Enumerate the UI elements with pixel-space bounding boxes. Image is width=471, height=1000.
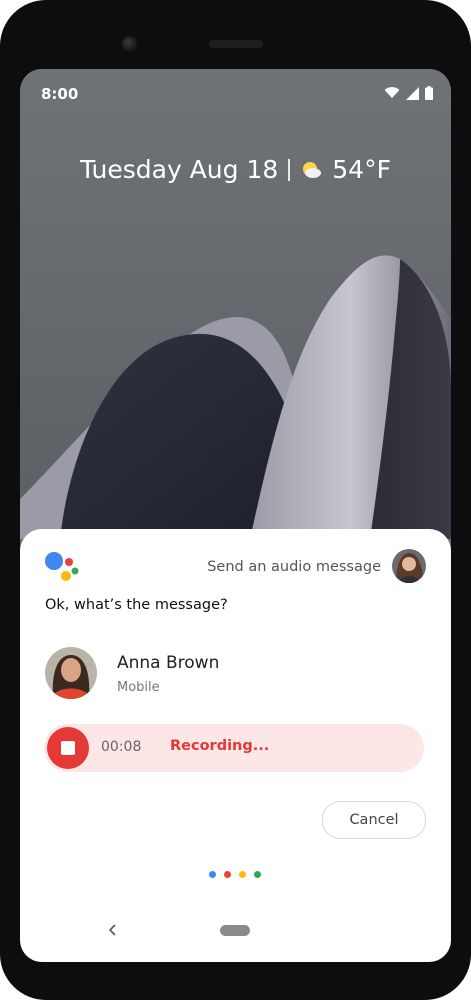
lockscreen-date: Tuesday Aug 18	[80, 155, 279, 184]
yellow-dot	[239, 871, 246, 878]
glance-divider	[288, 158, 291, 181]
assistant-listening-dots	[209, 871, 261, 878]
contact-phone-type: Mobile	[117, 680, 160, 695]
status-time: 8:00	[41, 85, 79, 103]
google-assistant-logo	[45, 552, 79, 581]
earpiece-speaker	[209, 40, 263, 48]
green-dot	[254, 871, 261, 878]
contact-name: Anna Brown	[117, 653, 220, 673]
audio-recorder: 00:08 Recording...	[44, 724, 424, 772]
contact-card[interactable]: Anna Brown Mobile	[45, 647, 425, 701]
home-pill[interactable]	[220, 925, 250, 936]
front-camera	[122, 36, 138, 52]
wallpaper-image	[20, 69, 451, 539]
assistant-response: Ok, what’s the message?	[45, 597, 228, 613]
user-avatar[interactable]	[392, 549, 426, 583]
contact-avatar	[45, 647, 97, 699]
wifi-icon	[384, 87, 400, 98]
status-icons	[384, 86, 433, 100]
stop-recording-button[interactable]	[47, 727, 89, 769]
cell-signal-icon	[406, 86, 419, 100]
date-weather-glance[interactable]: Tuesday Aug 18 54°F	[20, 155, 451, 184]
status-bar: 8:00	[20, 69, 451, 121]
phone-frame: 8:00 Tuesday Aug 18 54°F Send an audio m…	[0, 0, 471, 1000]
recording-status: Recording...	[170, 738, 270, 754]
back-chevron-icon[interactable]	[105, 922, 121, 938]
blue-dot	[209, 871, 216, 878]
partly-sunny-icon	[303, 161, 322, 178]
assistant-sheet: Send an audio message Ok, what’s the mes…	[20, 529, 451, 962]
red-dot	[224, 871, 231, 878]
battery-icon	[425, 86, 433, 100]
assistant-prompt-label: Send an audio message	[207, 559, 381, 575]
phone-screen: 8:00 Tuesday Aug 18 54°F Send an audio m…	[20, 69, 451, 962]
stop-icon	[61, 741, 75, 755]
recording-timer: 00:08	[101, 739, 142, 755]
cancel-button[interactable]: Cancel	[322, 801, 426, 839]
temperature: 54°F	[332, 155, 391, 184]
